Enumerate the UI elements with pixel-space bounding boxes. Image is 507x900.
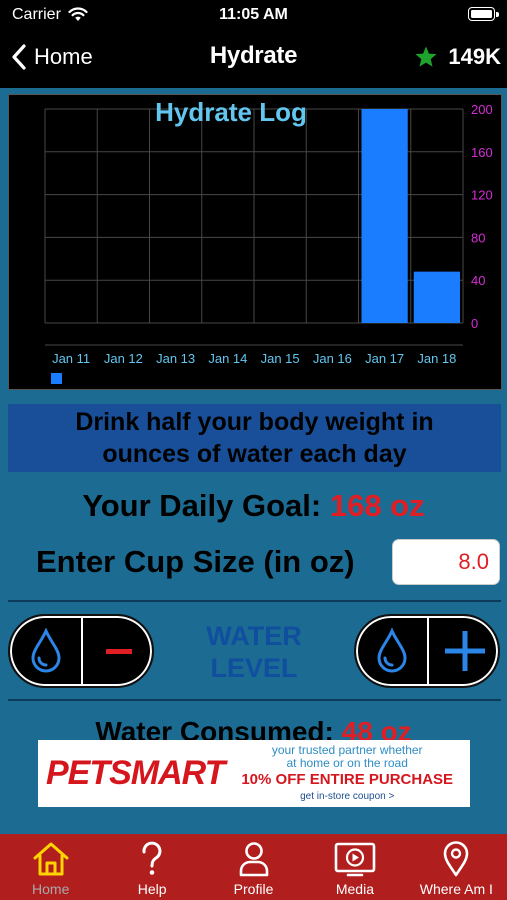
status-time: 11:05 AM (219, 6, 288, 23)
tab-label: Profile (233, 881, 274, 897)
hydration-tip: Drink half your body weight in ounces of… (8, 404, 501, 472)
water-drop-icon (377, 628, 407, 673)
drop-button-left[interactable] (10, 616, 82, 686)
chart-bar (413, 271, 460, 323)
y-tick-label: 160 (471, 145, 493, 160)
plus-icon (445, 631, 485, 671)
water-drop-icon (31, 628, 61, 673)
top-bar: Carrier 11:05 AM Home Hydrate 149K (0, 0, 507, 88)
tab-label: Help (137, 881, 167, 897)
y-tick-label: 0 (471, 316, 478, 331)
ad-coupon-link[interactable]: get in-store coupon > (224, 790, 470, 803)
hydrate-log-chart: 0 40 80 120 160 200 Jan 11 Jan 12 Jan 13 Jan 14 Ja… (8, 94, 502, 390)
chart-title: Hydrate Log (155, 97, 307, 127)
home-icon (33, 842, 69, 876)
chart-plot: 04080120160200Jan 11 Jan 12 Jan 13 Jan 14 Ja… (44, 102, 493, 384)
x-tick-label: Jan 16 (313, 351, 352, 366)
tab-label: Home (32, 881, 70, 897)
chart-legend-swatch (51, 373, 62, 384)
y-tick-label: 120 (471, 188, 493, 203)
daily-goal-label: Your Daily Goal: (82, 488, 322, 523)
tab-profile[interactable]: Profile (203, 834, 304, 900)
tab-home[interactable]: Home (0, 834, 101, 900)
water-level-label: WATER LEVEL (170, 620, 338, 684)
ad-offer: 10% OFF ENTIRE PURCHASE (241, 771, 454, 788)
water-level-line-2: LEVEL (210, 653, 298, 683)
x-tick-label: Jan 13 (156, 351, 195, 366)
tab-label: Media (335, 881, 374, 897)
daily-goal: Your Daily Goal: 168 oz (0, 488, 507, 524)
y-tick-label: 80 (471, 230, 485, 245)
y-tick-label: 40 (471, 273, 485, 288)
location-pin-icon (444, 841, 469, 877)
drop-button-right[interactable] (356, 616, 428, 686)
tab-label: Where Am I (419, 881, 493, 897)
person-icon (239, 842, 268, 877)
tab-where-am-i[interactable]: Where Am I (406, 834, 507, 900)
star-icon (415, 46, 437, 67)
petsmart-ad-banner[interactable]: PETSMART your trusted partner whether at… (38, 740, 470, 807)
score-badge[interactable]: 149K (414, 42, 501, 72)
petsmart-logo: PETSMART (46, 754, 225, 792)
water-level-line-1: WATER (206, 621, 302, 651)
score-value: 149K (448, 44, 501, 69)
x-tick-label: Jan 12 (104, 351, 143, 366)
tab-bar: Home Help Profile Media Where Am I (0, 834, 507, 900)
tab-media[interactable]: Media (304, 834, 405, 900)
divider (8, 600, 501, 602)
x-tick-label: Jan 11 (52, 351, 90, 366)
daily-goal-value: 168 oz (329, 488, 425, 523)
tip-line-1: Drink half your body weight in (75, 408, 434, 436)
water-plus-control (354, 614, 500, 688)
cup-size-label: Enter Cup Size (in oz) (36, 544, 355, 579)
decrease-water-button[interactable] (83, 616, 152, 686)
media-icon (334, 842, 376, 877)
x-tick-label: Jan 17 (365, 351, 404, 366)
x-tick-label: Jan 18 (417, 351, 456, 366)
increase-water-button[interactable] (429, 616, 498, 686)
chart-bar (361, 109, 408, 323)
ad-line-2: at home or on the road (286, 756, 408, 770)
water-minus-control (8, 614, 154, 688)
star-shape (415, 46, 437, 67)
minus-icon (106, 648, 132, 654)
cup-size-input[interactable] (392, 539, 500, 585)
tab-help[interactable]: Help (101, 834, 202, 900)
ad-copy: your trusted partner whether at home or … (224, 744, 470, 803)
divider (8, 699, 501, 701)
tip-line-2: ounces of water each day (102, 440, 407, 468)
question-icon (142, 841, 162, 875)
battery-icon (468, 7, 499, 21)
x-tick-label: Jan 15 (261, 351, 300, 366)
status-bar: Carrier 11:05 AM (0, 0, 507, 32)
x-tick-label: Jan 14 (208, 351, 247, 366)
